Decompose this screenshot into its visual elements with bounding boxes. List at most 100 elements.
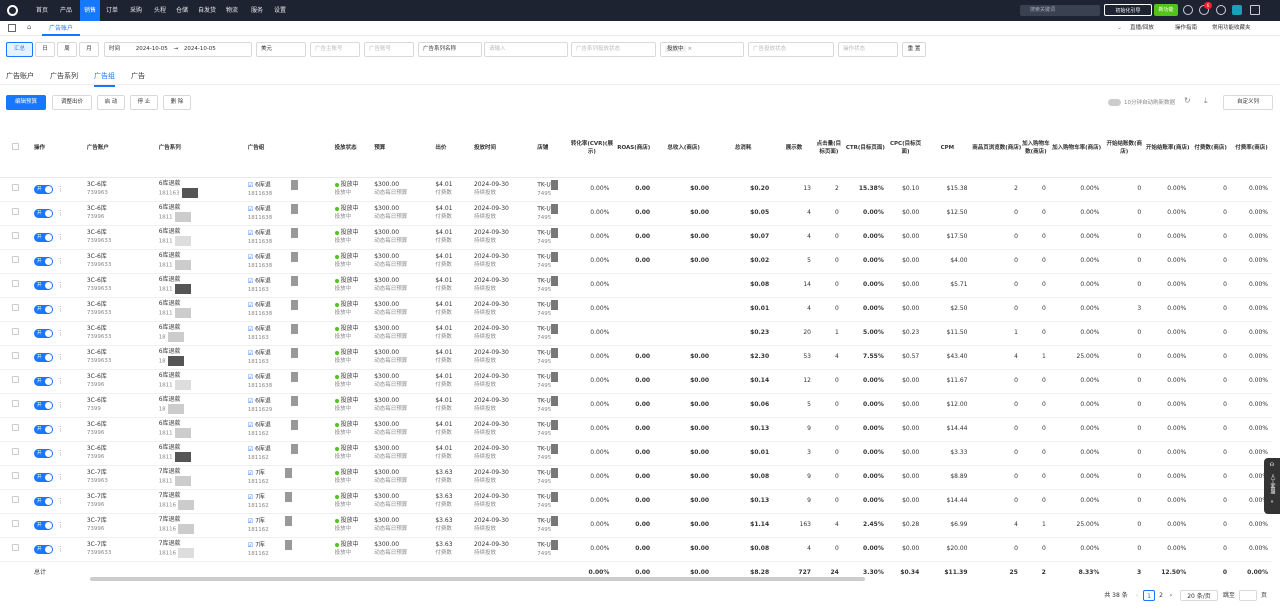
series-name[interactable]: 6库退款 <box>159 180 248 188</box>
row-checkbox[interactable] <box>11 280 19 287</box>
more-icon[interactable]: ⋮ <box>57 377 64 385</box>
nav-item-3[interactable]: 订单 <box>102 0 122 21</box>
bid-value[interactable]: $3.63 <box>435 469 474 477</box>
series-name[interactable]: 6库退款 <box>159 276 248 284</box>
status-toggle[interactable]: 开 <box>34 544 54 554</box>
column-header[interactable]: 总收入(商店) <box>654 120 714 178</box>
status-toggle[interactable]: 开 <box>34 256 54 266</box>
column-header[interactable]: 广告系列 <box>158 120 248 178</box>
account-select[interactable]: 广告账号 <box>364 42 414 57</box>
group-name[interactable]: 6库退 <box>255 302 271 309</box>
group-name[interactable]: 7库 <box>255 542 265 549</box>
table-row[interactable]: 开 ⋮ 3C-7库 7399633 7库退款 18116 ☑ 7库 181162 投放中 投放中 $3… <box>0 537 1272 562</box>
status-toggle[interactable]: 开 <box>34 208 54 218</box>
more-icon[interactable]: ⋮ <box>57 425 64 433</box>
more-icon[interactable]: ⋮ <box>57 185 64 193</box>
nav-item-7[interactable]: 自发货 <box>195 0 219 21</box>
row-checkbox[interactable] <box>11 544 19 551</box>
row-checkbox[interactable] <box>11 328 19 335</box>
series-name[interactable]: 6库退款 <box>159 252 248 260</box>
row-checkbox[interactable] <box>11 424 19 431</box>
adjust-bid-button[interactable]: 调整出价 <box>52 95 92 110</box>
new-feature-button[interactable]: 新功能 <box>1154 4 1178 16</box>
status-toggle[interactable]: 开 <box>34 496 54 506</box>
bid-value[interactable]: $4.01 <box>435 253 474 261</box>
budget-value[interactable]: $300.00 <box>374 517 435 525</box>
column-header[interactable]: 总消耗 <box>713 120 774 178</box>
column-header[interactable]: 开始结账数(商店) <box>1103 120 1146 178</box>
table-row[interactable]: 开 ⋮ 3C-6库 7399633 6库退款 1811 ☑ 6库退 1811638 投放中 投放中 $… <box>0 225 1272 250</box>
table-row[interactable]: 开 ⋮ 3C-6库 7399633 6库退款 1811 ☑ 6库退 1811638 投放中 投放中 $… <box>0 249 1272 274</box>
bid-value[interactable]: $4.01 <box>435 301 474 309</box>
start-button[interactable]: 启 动 <box>97 95 125 110</box>
more-icon[interactable]: ⋮ <box>57 329 64 337</box>
bid-value[interactable]: $4.01 <box>435 205 474 213</box>
more-icon[interactable]: ⋮ <box>57 305 64 313</box>
column-header[interactable]: 开始结账率(商店) <box>1145 120 1191 178</box>
group-name[interactable]: 6库退 <box>255 206 271 213</box>
bid-value[interactable]: $4.01 <box>435 445 474 453</box>
column-header[interactable]: ROAS(商店) <box>613 120 655 178</box>
group-name[interactable]: 6库退 <box>255 278 271 285</box>
status-toggle[interactable]: 开 <box>34 400 54 410</box>
header-select-all[interactable] <box>0 120 31 178</box>
row-checkbox[interactable] <box>11 472 19 479</box>
group-name[interactable]: 7库 <box>255 470 265 477</box>
budget-value[interactable]: $300.00 <box>374 541 435 549</box>
column-header[interactable]: 展示数 <box>773 120 815 178</box>
nav-item-6[interactable]: 仓储 <box>172 0 192 21</box>
budget-value[interactable]: $300.00 <box>374 301 435 309</box>
month-button[interactable]: 月 <box>79 42 99 57</box>
tab-series[interactable]: 广告系列 <box>50 71 78 81</box>
chevron-down-icon[interactable]: ⌄ <box>1117 24 1122 31</box>
table-row[interactable]: 开 ⋮ 3C-6库 7399633 6库退款 1811 ☑ 6库退 1811638 投放中 投放中 $… <box>0 297 1272 322</box>
column-header[interactable]: 付费率(商店) <box>1231 120 1272 178</box>
page-2[interactable]: 2 <box>1156 590 1166 601</box>
ad-status-select[interactable]: 广告投放状态 <box>748 42 834 57</box>
row-checkbox[interactable] <box>11 496 19 503</box>
group-name[interactable]: 6库退 <box>255 422 271 429</box>
row-checkbox[interactable] <box>11 232 19 239</box>
column-header[interactable]: 店铺 <box>537 120 571 178</box>
group-name[interactable]: 6库退 <box>255 374 271 381</box>
nav-item-8[interactable]: 物流 <box>222 0 242 21</box>
row-checkbox[interactable] <box>11 304 19 311</box>
table-row[interactable]: 开 ⋮ 3C-7库 73996 7库退款 18116 ☑ 7库 181162 投放中 投放中 $300… <box>0 513 1272 538</box>
series-name[interactable]: 6库退款 <box>159 420 248 428</box>
more-icon[interactable]: ⋮ <box>57 401 64 409</box>
budget-value[interactable]: $300.00 <box>374 493 435 501</box>
column-header[interactable]: CPM <box>923 120 972 178</box>
tab-accounts[interactable]: 广告账户 <box>6 71 34 81</box>
bid-value[interactable]: $4.01 <box>435 421 474 429</box>
day-button[interactable]: 日 <box>35 42 55 57</box>
series-name[interactable]: 6库退款 <box>159 444 248 452</box>
status-toggle[interactable]: 开 <box>34 352 54 362</box>
headset-icon[interactable] <box>1216 5 1226 15</box>
column-header[interactable]: 加入购物车数(商店) <box>1021 120 1050 178</box>
app-logo[interactable] <box>7 5 18 16</box>
row-checkbox[interactable] <box>11 352 19 359</box>
status-toggle[interactable]: 开 <box>34 280 54 290</box>
more-icon[interactable]: ⋮ <box>57 545 64 553</box>
tag-close-icon[interactable]: × <box>688 46 693 52</box>
table-row[interactable]: 开 ⋮ 3C-6库 73996 6库退款 1811 ☑ 6库退 181162 投放中 投放中 $300… <box>0 417 1272 442</box>
group-name[interactable]: 7库 <box>255 494 265 501</box>
column-header[interactable]: 广告账户 <box>86 120 159 178</box>
group-name[interactable]: 6库退 <box>255 326 271 333</box>
bid-value[interactable]: $4.01 <box>435 373 474 381</box>
status-toggle[interactable]: 开 <box>34 304 54 314</box>
budget-value[interactable]: $300.00 <box>374 469 435 477</box>
nav-item-4[interactable]: 采购 <box>126 0 146 21</box>
refresh-icon[interactable]: ↻ <box>1184 96 1191 105</box>
status-toggle[interactable]: 开 <box>34 328 54 338</box>
budget-value[interactable]: $300.00 <box>374 253 435 261</box>
group-name[interactable]: 6库退 <box>255 350 271 357</box>
bid-value[interactable]: $4.01 <box>435 325 474 333</box>
page-1[interactable]: 1 <box>1143 590 1155 601</box>
more-icon[interactable]: ⋮ <box>57 257 64 265</box>
table-row[interactable]: 开 ⋮ 3C-6库 7399633 6库退款 18 ☑ 6库退 181163 投放中 投放中 $300… <box>0 345 1272 370</box>
group-status-select[interactable]: 投放中 × <box>660 42 744 57</box>
currency-select[interactable]: 美元 <box>256 42 306 57</box>
status-toggle[interactable]: 开 <box>34 424 54 434</box>
status-toggle[interactable]: 开 <box>34 472 54 482</box>
